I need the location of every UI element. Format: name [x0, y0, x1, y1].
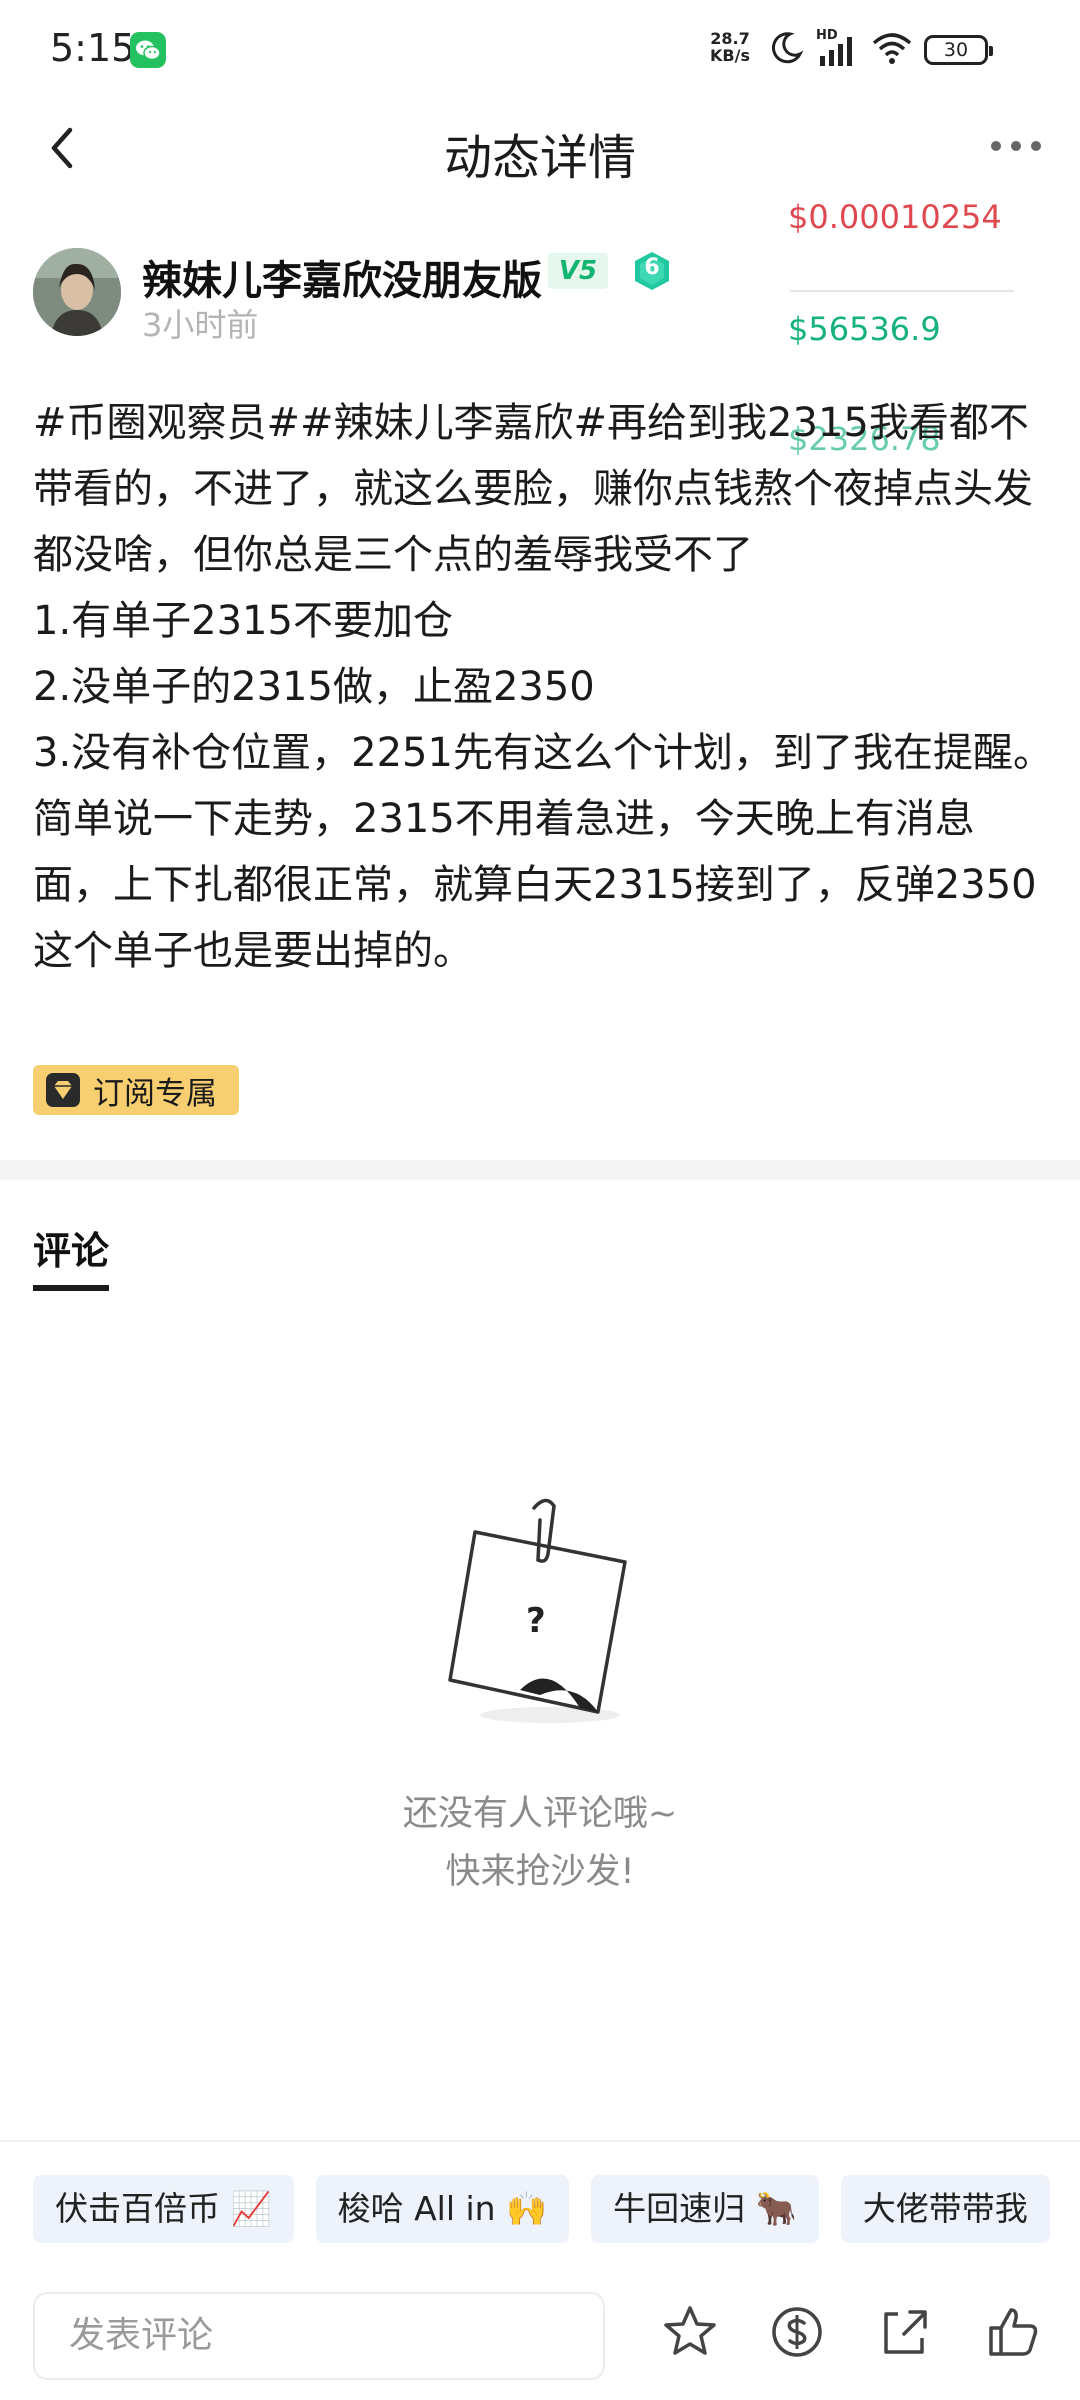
favorite-button[interactable] — [660, 2302, 720, 2362]
battery-level: 30 — [943, 39, 969, 61]
tab-active-indicator — [33, 1285, 109, 1291]
more-button[interactable] — [988, 134, 1044, 158]
share-button[interactable] — [874, 2302, 934, 2362]
svg-text:?: ? — [526, 1601, 546, 1641]
post-line: #币圈观察员##辣妹儿李嘉欣#再给到我2315我看都不带看的，不进了，就这么要脸… — [33, 400, 1033, 578]
more-dots-icon — [991, 141, 1041, 151]
author-avatar[interactable] — [33, 248, 121, 336]
top-nav: 动态详情 — [0, 100, 1080, 200]
post-content: #币圈观察员##辣妹儿李嘉欣#再给到我2315我看都不带看的，不进了，就这么要脸… — [33, 390, 1053, 984]
avatar-image — [33, 248, 121, 336]
ticker-price-green[interactable]: $56536.9 — [788, 310, 941, 348]
quick-reply-chip[interactable]: 大佬带带我 — [840, 2175, 1050, 2243]
post-line: 1.有单子2315不要加仓 — [33, 598, 453, 644]
tip-button[interactable] — [767, 2302, 827, 2362]
subscription-tag-label: 订阅专属 — [93, 1075, 217, 1112]
status-bar: 5:15 28.7 KB/s HD 30 — [0, 0, 1080, 100]
level-badge: 6 — [632, 250, 672, 292]
post-time: 3小时前 — [142, 306, 259, 344]
share-icon — [884, 2310, 927, 2354]
page-title: 动态详情 — [443, 130, 636, 186]
signal-icon: HD — [816, 28, 860, 68]
network-speed: 28.7 KB/s — [710, 30, 750, 64]
chips-divider — [0, 2140, 1080, 2142]
tab-comments[interactable]: 评论 — [33, 1220, 109, 1275]
status-icons: HD 30 — [768, 28, 993, 70]
vip-badge: V5 — [548, 253, 608, 289]
like-button[interactable] — [983, 2302, 1043, 2362]
level-number: 6 — [644, 255, 660, 280]
wechat-notification-icon — [130, 32, 166, 68]
thumbs-up-icon — [989, 2308, 1038, 2356]
comment-input[interactable]: 发表评论 — [33, 2292, 605, 2380]
ticker-price-red[interactable]: $0.00010254 — [788, 198, 1002, 236]
subscription-tag[interactable]: 订阅专属 — [33, 1065, 239, 1115]
post-line: 简单说一下走势，2315不用着急进，今天晚上有消息面，上下扎都很正常，就算白天2… — [33, 796, 1037, 974]
author-name[interactable]: 辣妹儿李嘉欣没朋友版 — [142, 248, 542, 306]
diamond-icon — [46, 1073, 80, 1107]
post-line: 3.没有补仓位置，2251先有这么个计划，到了我在提醒。 — [33, 730, 1053, 776]
empty-comments-icon: ? — [430, 1490, 650, 1730]
status-time: 5:15 — [50, 26, 136, 70]
star-icon — [664, 2306, 716, 2355]
coin-icon — [772, 2307, 822, 2357]
network-speed-unit: KB/s — [710, 46, 750, 65]
quick-reply-chip[interactable]: 伏击百倍币 📈 — [33, 2175, 294, 2243]
wifi-icon — [872, 31, 912, 69]
quick-reply-chips: 伏击百倍币 📈 梭哈 All in 🙌 牛回速归 🐂 大佬带带我 — [33, 2175, 1050, 2243]
ticker-divider — [790, 290, 1014, 292]
post-line: 2.没单子的2315做，止盈2350 — [33, 664, 595, 710]
network-speed-value: 28.7 — [710, 29, 750, 48]
empty-comments-title: 还没有人评论哦~ — [402, 1794, 678, 1834]
quick-reply-chip[interactable]: 梭哈 All in 🙌 — [315, 2175, 570, 2243]
battery-icon: 30 — [924, 35, 993, 65]
section-divider — [0, 1160, 1080, 1180]
moon-icon — [768, 30, 804, 70]
empty-comments-subtitle: 快来抢沙发! — [445, 1852, 635, 1892]
quick-reply-chip[interactable]: 牛回速归 🐂 — [591, 2175, 819, 2243]
